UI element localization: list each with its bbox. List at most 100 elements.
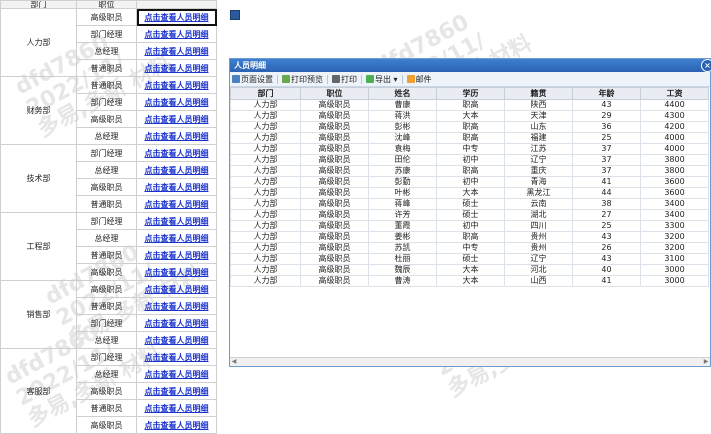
view-detail-link[interactable]: 点击查看人员明细	[145, 200, 209, 209]
view-detail-link[interactable]: 点击查看人员明细	[145, 319, 209, 328]
view-detail-link[interactable]: 点击查看人员明细	[145, 47, 209, 56]
view-detail-cell[interactable]: 点击查看人员明细	[136, 8, 217, 26]
grid-row: 技术部 部门经理 点击查看人员明细	[0, 144, 217, 213]
table-cell: 高级职员	[300, 198, 369, 210]
view-detail-link[interactable]: 点击查看人员明细	[145, 404, 209, 413]
table-row[interactable]: 人力部 高级职员 魏辰 大本 河北 40 3000	[230, 264, 709, 276]
table-row[interactable]: 人力部 高级职员 董霞 初中 四川 25 3300	[230, 220, 709, 232]
department-cell: 销售部	[0, 280, 77, 349]
table-cell: 人力部	[230, 110, 301, 122]
view-detail-link[interactable]: 点击查看人员明细	[145, 64, 209, 73]
view-detail-cell[interactable]: 点击查看人员明细	[136, 127, 217, 145]
view-detail-cell[interactable]: 点击查看人员明细	[136, 399, 217, 417]
table-row[interactable]: 人力部 高级职员 彭彬 职高 山东 36 4200	[230, 121, 709, 133]
view-detail-cell[interactable]: 点击查看人员明细	[136, 25, 217, 43]
column-header[interactable]: 职位	[300, 87, 369, 100]
view-detail-link[interactable]: 点击查看人员明细	[145, 302, 209, 311]
table-row[interactable]: 人力部 高级职员 沈峰 职高 福建 25 4000	[230, 132, 709, 144]
table-row[interactable]: 人力部 高级职员 蒋洪 大本 天津 29 4300	[230, 110, 709, 122]
view-detail-cell[interactable]: 点击查看人员明细	[136, 161, 217, 179]
view-detail-link[interactable]: 点击查看人员明细	[145, 183, 209, 192]
table-cell: 贵州	[504, 242, 573, 254]
table-cell: 魏辰	[368, 264, 437, 276]
view-detail-cell[interactable]: 点击查看人员明细	[136, 144, 217, 162]
toolbar-button-export[interactable]: 导出 ▾	[366, 74, 398, 85]
view-detail-link[interactable]: 点击查看人员明细	[145, 234, 209, 243]
department-cell: 客服部	[0, 348, 77, 434]
table-cell: 河北	[504, 264, 573, 276]
horizontal-scrollbar[interactable]: ◀ ▶	[230, 357, 710, 366]
toolbar-label: 打印	[341, 74, 357, 84]
view-detail-link[interactable]: 点击查看人员明细	[145, 268, 209, 277]
view-detail-cell[interactable]: 点击查看人员明细	[136, 382, 217, 400]
expand-icon[interactable]	[230, 10, 240, 20]
table-row[interactable]: 人力部 高级职员 苏凯 中专 贵州 26 3200	[230, 242, 709, 254]
table-row[interactable]: 人力部 高级职员 姜彬 职高 贵州 43 3200	[230, 231, 709, 243]
view-detail-link[interactable]: 点击查看人员明细	[145, 421, 209, 430]
view-detail-cell[interactable]: 点击查看人员明细	[136, 314, 217, 332]
view-detail-cell[interactable]: 点击查看人员明细	[136, 76, 217, 94]
table-cell: 人力部	[230, 209, 301, 221]
view-detail-link[interactable]: 点击查看人员明细	[145, 387, 209, 396]
view-detail-link[interactable]: 点击查看人员明细	[145, 251, 209, 260]
view-detail-cell[interactable]: 点击查看人员明细	[136, 246, 217, 264]
column-header[interactable]: 部门	[230, 87, 301, 100]
view-detail-cell[interactable]: 点击查看人员明细	[136, 348, 217, 366]
toolbar-button-print-preview[interactable]: 打印预览	[282, 74, 323, 85]
view-detail-link[interactable]: 点击查看人员明细	[145, 115, 209, 124]
close-icon[interactable]: ×	[701, 59, 711, 72]
view-detail-link[interactable]: 点击查看人员明细	[145, 30, 209, 39]
table-cell: 37	[572, 154, 641, 166]
view-detail-link[interactable]: 点击查看人员明细	[145, 149, 209, 158]
view-detail-link[interactable]: 点击查看人员明细	[145, 13, 209, 22]
toolbar-button-mail[interactable]: 邮件	[406, 74, 432, 85]
view-detail-cell[interactable]: 点击查看人员明细	[136, 195, 217, 213]
view-detail-cell[interactable]: 点击查看人员明细	[136, 42, 217, 60]
view-detail-link[interactable]: 点击查看人员明细	[145, 132, 209, 141]
view-detail-cell[interactable]: 点击查看人员明细	[136, 416, 217, 434]
view-detail-link[interactable]: 点击查看人员明细	[145, 353, 209, 362]
toolbar-button-page-setup[interactable]: 页面设置	[232, 74, 273, 85]
table-row[interactable]: 人力部 高级职员 袁梅 中专 江苏 37 4000	[230, 143, 709, 155]
table-row[interactable]: 人力部 高级职员 蒋峰 硕士 云南 38 3400	[230, 198, 709, 210]
column-header[interactable]: 姓名	[368, 87, 437, 100]
table-cell: 3200	[640, 242, 709, 254]
column-header[interactable]: 年龄	[572, 87, 641, 100]
view-detail-cell[interactable]: 点击查看人员明细	[136, 280, 217, 298]
table-row[interactable]: 人力部 高级职员 苏康 职高 重庆 37 3800	[230, 165, 709, 177]
view-detail-cell[interactable]: 点击查看人员明细	[136, 110, 217, 128]
column-header[interactable]: 学历	[436, 87, 505, 100]
table-row[interactable]: 人力部 高级职员 曹涛 大本 山西 41 3000	[230, 275, 709, 287]
view-detail-cell[interactable]: 点击查看人员明细	[136, 297, 217, 315]
view-detail-cell[interactable]: 点击查看人员明细	[136, 263, 217, 281]
toolbar-button-print[interactable]: 打印	[332, 74, 357, 85]
column-header[interactable]: 工资	[640, 87, 709, 100]
view-detail-cell[interactable]: 点击查看人员明细	[136, 59, 217, 77]
table-row[interactable]: 人力部 高级职员 彭勤 初中 青海 41 3600	[230, 176, 709, 188]
view-detail-cell[interactable]: 点击查看人员明细	[136, 331, 217, 349]
view-detail-cell[interactable]: 点击查看人员明细	[136, 229, 217, 247]
view-detail-link[interactable]: 点击查看人员明细	[145, 81, 209, 90]
column-header[interactable]: 籍贯	[504, 87, 573, 100]
table-row[interactable]: 人力部 高级职员 许芳 硕士 湖北 27 3400	[230, 209, 709, 221]
view-detail-link[interactable]: 点击查看人员明细	[145, 370, 209, 379]
scroll-right-icon[interactable]: ▶	[702, 358, 710, 366]
table-cell: 硕士	[436, 198, 505, 210]
view-detail-cell[interactable]: 点击查看人员明细	[136, 93, 217, 111]
view-detail-cell[interactable]: 点击查看人员明细	[136, 178, 217, 196]
table-row[interactable]: 人力部 高级职员 叶彬 大本 黑龙江 44 3600	[230, 187, 709, 199]
scroll-left-icon[interactable]: ◀	[230, 358, 238, 366]
table-cell: 43	[572, 99, 641, 111]
view-detail-link[interactable]: 点击查看人员明细	[145, 336, 209, 345]
view-detail-link[interactable]: 点击查看人员明细	[145, 285, 209, 294]
table-cell: 27	[572, 209, 641, 221]
table-row[interactable]: 人力部 高级职员 曹康 职高 陕西 43 4400	[230, 99, 709, 111]
view-detail-link[interactable]: 点击查看人员明细	[145, 217, 209, 226]
grid-header-row: 部门 职位	[0, 0, 217, 9]
table-row[interactable]: 人力部 高级职员 田伦 初中 辽宁 37 3800	[230, 154, 709, 166]
view-detail-cell[interactable]: 点击查看人员明细	[136, 212, 217, 230]
view-detail-link[interactable]: 点击查看人员明细	[145, 166, 209, 175]
view-detail-cell[interactable]: 点击查看人员明细	[136, 365, 217, 383]
view-detail-link[interactable]: 点击查看人员明细	[145, 98, 209, 107]
table-row[interactable]: 人力部 高级职员 杜丽 硕士 辽宁 43 3100	[230, 253, 709, 265]
